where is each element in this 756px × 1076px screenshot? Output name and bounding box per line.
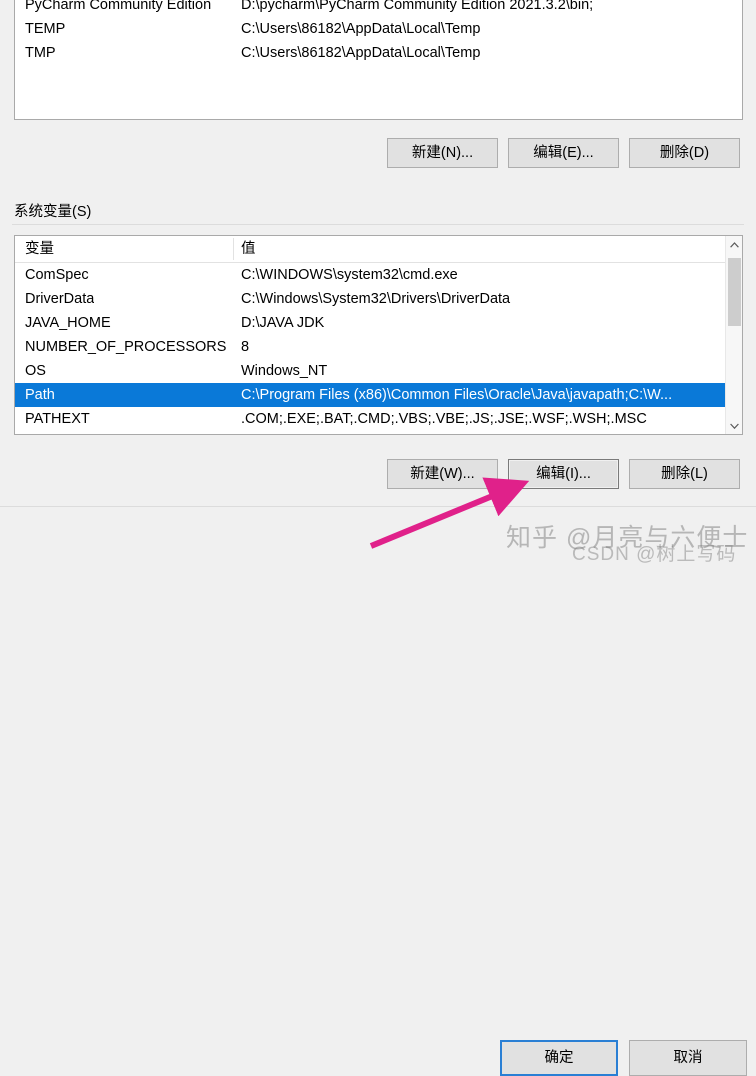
table-row-selected[interactable]: Path C:\Program Files (x86)\Common Files… bbox=[15, 383, 742, 407]
table-row[interactable]: OS Windows_NT bbox=[15, 359, 742, 383]
table-row[interactable]: DriverData C:\Windows\System32\Drivers\D… bbox=[15, 287, 742, 311]
column-divider[interactable] bbox=[233, 238, 234, 260]
table-row[interactable]: PyCharm Community Edition D:\pycharm\PyC… bbox=[15, 0, 742, 17]
chevron-down-icon[interactable] bbox=[726, 417, 742, 434]
variable-name: TMP bbox=[25, 45, 56, 61]
variable-value: AMD64 bbox=[241, 431, 731, 434]
variable-value: D:\JAVA JDK bbox=[241, 315, 325, 331]
user-new-button[interactable]: 新建(N)... bbox=[387, 138, 498, 168]
user-variables-list[interactable]: PyCharm Community Edition D:\pycharm\PyC… bbox=[14, 0, 743, 120]
variable-name: PROCESSOR_ARCHITECTURE bbox=[25, 431, 239, 434]
system-new-button[interactable]: 新建(W)... bbox=[387, 459, 498, 489]
variable-value: 8 bbox=[241, 339, 250, 355]
ok-button[interactable]: 确定 bbox=[500, 1040, 618, 1076]
table-row[interactable]: JAVA_HOME D:\JAVA JDK bbox=[15, 311, 742, 335]
user-delete-button[interactable]: 删除(D) bbox=[629, 138, 740, 168]
variable-value: D:\pycharm\PyCharm Community Edition 202… bbox=[241, 0, 594, 13]
table-header: 变量 值 bbox=[15, 236, 742, 263]
variable-value: Windows_NT bbox=[241, 363, 328, 379]
variable-name: PATHEXT bbox=[25, 411, 90, 427]
system-edit-button[interactable]: 编辑(I)... bbox=[508, 459, 619, 489]
cancel-button[interactable]: 取消 bbox=[629, 1040, 747, 1076]
variable-name: OS bbox=[25, 363, 46, 379]
user-edit-button[interactable]: 编辑(E)... bbox=[508, 138, 619, 168]
table-row[interactable]: PROCESSOR_ARCHITECTURE AMD64 bbox=[15, 431, 742, 434]
variable-name: PyCharm Community Edition bbox=[25, 0, 212, 13]
table-row[interactable]: PATHEXT .COM;.EXE;.BAT;.CMD;.VBS;.VBE;.J… bbox=[15, 407, 742, 431]
column-header-value: 值 bbox=[241, 241, 256, 257]
table-row[interactable]: ComSpec C:\WINDOWS\system32\cmd.exe bbox=[15, 263, 742, 287]
variable-name: DriverData bbox=[25, 291, 95, 307]
table-row[interactable]: TMP C:\Users\86182\AppData\Local\Temp bbox=[15, 41, 742, 65]
table-row[interactable]: NUMBER_OF_PROCESSORS 8 bbox=[15, 335, 742, 359]
table-row[interactable]: TEMP C:\Users\86182\AppData\Local\Temp bbox=[15, 17, 742, 41]
variable-name: NUMBER_OF_PROCESSORS bbox=[25, 339, 227, 355]
system-variables-list[interactable]: 变量 值 ComSpec C:\WINDOWS\system32\cmd.exe… bbox=[14, 235, 743, 435]
system-list-scrollbar[interactable] bbox=[725, 236, 742, 434]
column-header-variable: 变量 bbox=[25, 241, 54, 257]
chevron-up-icon[interactable] bbox=[726, 236, 742, 253]
variable-value: .COM;.EXE;.BAT;.CMD;.VBS;.VBE;.JS;.JSE;.… bbox=[241, 411, 647, 427]
dialog-footer: 确定 取消 bbox=[0, 507, 756, 1076]
environment-variables-dialog: PyCharm Community Edition D:\pycharm\PyC… bbox=[0, 0, 756, 1076]
system-section-divider bbox=[12, 224, 744, 225]
system-variables-label: 系统变量(S) bbox=[14, 200, 98, 221]
system-variables-rows: ComSpec C:\WINDOWS\system32\cmd.exe Driv… bbox=[15, 263, 742, 434]
variable-value: C:\Users\86182\AppData\Local\Temp bbox=[241, 45, 481, 61]
variable-value: C:\Users\86182\AppData\Local\Temp bbox=[241, 21, 481, 37]
scrollbar-thumb[interactable] bbox=[728, 258, 741, 326]
system-delete-button[interactable]: 删除(L) bbox=[629, 459, 740, 489]
variable-name: TEMP bbox=[25, 21, 66, 37]
variable-value: C:\Program Files (x86)\Common Files\Orac… bbox=[241, 387, 673, 403]
variable-name: JAVA_HOME bbox=[25, 315, 111, 331]
variable-value: C:\Windows\System32\Drivers\DriverData bbox=[241, 291, 511, 307]
variable-value: C:\WINDOWS\system32\cmd.exe bbox=[241, 267, 458, 283]
user-variables-section: PyCharm Community Edition D:\pycharm\PyC… bbox=[0, 0, 756, 190]
variable-name: Path bbox=[25, 387, 55, 403]
variable-name: ComSpec bbox=[25, 267, 89, 283]
